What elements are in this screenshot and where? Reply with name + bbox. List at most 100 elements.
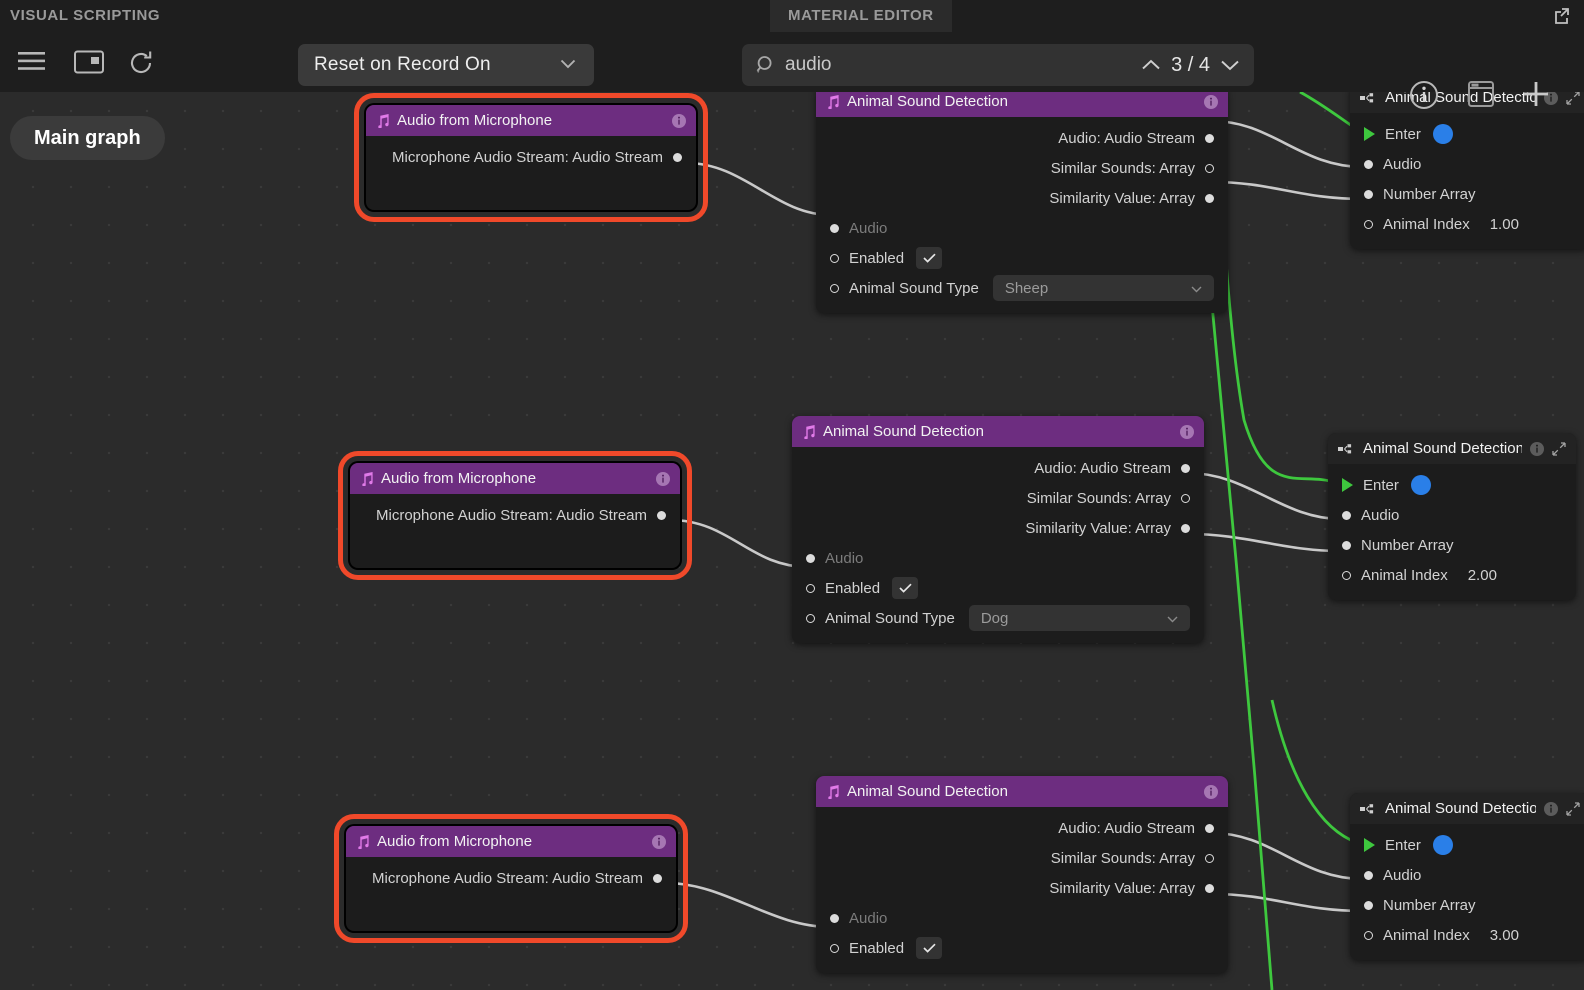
output-port-dot[interactable] <box>1205 133 1214 143</box>
reset-mode-dropdown[interactable]: Reset on Record On <box>298 44 594 86</box>
exec-input-triangle[interactable] <box>1342 478 1353 492</box>
node-header[interactable]: Animal Sound Detection <box>1328 433 1576 464</box>
enabled-checkbox[interactable] <box>916 247 943 269</box>
animal-index-value[interactable]: 2.00 <box>1448 567 1497 584</box>
input-port-dot[interactable] <box>1364 870 1373 880</box>
tab-visual-scripting[interactable]: VISUAL SCRIPTING <box>10 0 160 32</box>
input-port-dot[interactable] <box>806 583 815 593</box>
input-port-dot[interactable] <box>830 913 839 923</box>
output-port-dot[interactable] <box>1181 523 1190 533</box>
input-port-row[interactable]: Audio <box>816 213 1228 243</box>
input-port-row[interactable]: Enabled <box>816 933 1228 963</box>
input-port-row[interactable]: Animal Index 2.00 <box>1328 560 1576 590</box>
input-port-row[interactable]: Number Array <box>1350 179 1584 209</box>
output-port-dot[interactable] <box>673 152 682 162</box>
window-panel-icon[interactable] <box>1468 80 1494 113</box>
output-port-dot[interactable] <box>653 873 662 883</box>
output-port-dot[interactable] <box>1181 493 1190 503</box>
node-header[interactable]: Audio from Microphone <box>366 105 696 136</box>
output-port-row[interactable]: Similarity Value: Array <box>816 873 1228 903</box>
breadcrumb-main-graph[interactable]: Main graph <box>10 116 165 160</box>
info-icon[interactable] <box>672 113 686 128</box>
node-header[interactable]: Animal Sound Detection <box>792 416 1204 447</box>
input-port-row[interactable]: Enter <box>1350 830 1584 860</box>
search-input[interactable] <box>776 53 1136 77</box>
node-audio-from-microphone-3[interactable]: Audio from Microphone Microphone Audio S… <box>334 814 688 943</box>
info-icon[interactable] <box>1409 80 1439 115</box>
output-port-dot[interactable] <box>1181 463 1190 473</box>
input-port-row[interactable]: Audio <box>816 903 1228 933</box>
graph-canvas[interactable]: Main graph Audio from Microphone Microph… <box>0 0 1584 990</box>
input-port-row[interactable]: Animal Index 1.00 <box>1350 209 1584 239</box>
animal-index-value[interactable]: 1.00 <box>1470 216 1519 233</box>
node-animal-sound-detection-subgraph-3[interactable]: Animal Sound Detection Enter Audio Numbe… <box>1350 793 1584 960</box>
expand-arrows-icon[interactable] <box>1566 90 1580 105</box>
input-port-row[interactable]: Enabled <box>816 243 1228 273</box>
enter-color-dot[interactable] <box>1410 475 1431 495</box>
tab-material-editor[interactable]: MATERIAL EDITOR <box>770 0 952 32</box>
node-header[interactable]: Animal Sound Detection <box>1350 793 1584 824</box>
input-port-dot[interactable] <box>1342 570 1351 580</box>
info-icon[interactable] <box>1544 801 1558 816</box>
output-port-dot[interactable] <box>1205 883 1214 893</box>
expand-arrows-icon[interactable] <box>1552 441 1566 456</box>
node-animal-sound-detection-subgraph-2[interactable]: Animal Sound Detection Enter Audio Numbe… <box>1328 433 1576 600</box>
input-port-row[interactable]: Animal Index 3.00 <box>1350 920 1584 950</box>
animal-index-value[interactable]: 3.00 <box>1470 927 1519 944</box>
input-port-dot[interactable] <box>1364 159 1373 169</box>
info-icon[interactable] <box>656 471 670 486</box>
input-port-dot[interactable] <box>830 943 839 953</box>
enabled-checkbox[interactable] <box>916 937 943 959</box>
panel-layout-icon[interactable] <box>74 50 104 79</box>
input-port-row[interactable]: Number Array <box>1328 530 1576 560</box>
output-port-row[interactable]: Microphone Audio Stream: Audio Stream <box>366 142 696 172</box>
reload-icon[interactable] <box>128 50 154 81</box>
plus-icon[interactable] <box>1522 80 1550 113</box>
output-port-row[interactable]: Audio: Audio Stream <box>816 123 1228 153</box>
input-port-dot[interactable] <box>1364 930 1373 940</box>
input-port-dot[interactable] <box>830 253 839 263</box>
expand-arrows-icon[interactable] <box>1566 801 1580 816</box>
open-in-new-window-icon[interactable] <box>1550 5 1572 27</box>
info-icon[interactable] <box>1204 94 1218 109</box>
output-port-row[interactable]: Similarity Value: Array <box>792 513 1204 543</box>
input-port-dot[interactable] <box>830 283 839 293</box>
node-header[interactable]: Animal Sound Detection <box>816 776 1228 807</box>
output-port-row[interactable]: Similarity Value: Array <box>816 183 1228 213</box>
node-animal-sound-detection-3[interactable]: Animal Sound Detection Audio: Audio Stre… <box>816 776 1228 973</box>
search-bar[interactable]: 3 / 4 <box>742 44 1254 86</box>
input-port-dot[interactable] <box>806 553 815 563</box>
input-port-row[interactable]: Enabled <box>792 573 1204 603</box>
search-next-button[interactable] <box>1214 59 1254 71</box>
info-icon[interactable] <box>1180 424 1194 439</box>
output-port-dot[interactable] <box>1205 823 1214 833</box>
input-port-row[interactable]: Audio <box>792 543 1204 573</box>
input-port-dot[interactable] <box>806 613 815 623</box>
output-port-row[interactable]: Audio: Audio Stream <box>816 813 1228 843</box>
info-icon[interactable] <box>1204 784 1218 799</box>
input-port-row[interactable]: Animal Sound Type Dog <box>792 603 1204 633</box>
enabled-checkbox[interactable] <box>892 577 919 599</box>
enter-color-dot[interactable] <box>1432 124 1453 144</box>
output-port-row[interactable]: Microphone Audio Stream: Audio Stream <box>350 500 680 530</box>
output-port-row[interactable]: Audio: Audio Stream <box>792 453 1204 483</box>
input-port-row[interactable]: Audio <box>1350 149 1584 179</box>
hamburger-menu-icon[interactable] <box>18 50 45 77</box>
input-port-row[interactable]: Audio <box>1350 860 1584 890</box>
input-port-row[interactable]: Enter <box>1328 470 1576 500</box>
enter-color-dot[interactable] <box>1432 835 1453 855</box>
output-port-dot[interactable] <box>1205 853 1214 863</box>
output-port-row[interactable]: Similar Sounds: Array <box>816 843 1228 873</box>
input-port-dot[interactable] <box>830 223 839 233</box>
input-port-row[interactable]: Animal Sound Type Sheep <box>816 273 1228 303</box>
output-port-row[interactable]: Microphone Audio Stream: Audio Stream <box>346 863 676 893</box>
node-animal-sound-detection-2[interactable]: Animal Sound Detection Audio: Audio Stre… <box>792 416 1204 643</box>
info-icon[interactable] <box>1530 441 1544 456</box>
node-header[interactable]: Audio from Microphone <box>350 463 680 494</box>
info-icon[interactable] <box>652 834 666 849</box>
output-port-dot[interactable] <box>1205 193 1214 203</box>
search-prev-button[interactable] <box>1135 59 1167 71</box>
input-port-dot[interactable] <box>1342 540 1351 550</box>
exec-input-triangle[interactable] <box>1364 127 1375 141</box>
input-port-dot[interactable] <box>1364 900 1373 910</box>
